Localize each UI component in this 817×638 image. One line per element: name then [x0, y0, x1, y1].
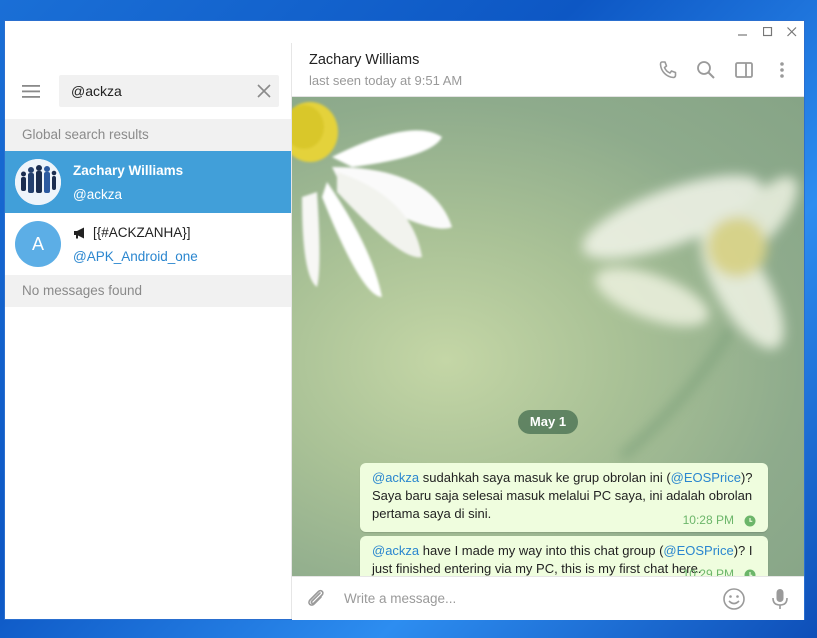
result-name-row: [{#ACKZANHA}] — [73, 225, 191, 240]
result-username: @APK_Android_one — [73, 249, 198, 264]
info-panel-button[interactable] — [734, 60, 754, 80]
maximize-button[interactable] — [755, 21, 781, 43]
attach-button[interactable] — [304, 587, 328, 611]
message-text-part: sudahkah saya masuk ke grup obrolan ini … — [419, 470, 671, 485]
search-result-ackzanha[interactable]: A [{#ACKZANHA}] @APK_Android_one — [5, 213, 291, 275]
search-box — [59, 75, 279, 107]
chat-panel: Zachary Williams last seen today at 9:51… — [292, 43, 804, 620]
date-separator: May 1 — [518, 410, 578, 434]
maximize-icon — [763, 27, 773, 37]
global-search-header: Global search results — [5, 119, 291, 151]
avatar — [15, 159, 61, 205]
clock-icon — [744, 515, 756, 527]
left-panel: Global search results Zachary — [5, 43, 292, 619]
avatar-letter: A — [31, 233, 44, 254]
close-icon — [787, 27, 797, 37]
more-vertical-icon — [780, 62, 784, 78]
sidebar-toggle-icon — [735, 62, 753, 78]
voice-record-button[interactable] — [768, 587, 792, 611]
result-username: @ackza — [73, 187, 122, 202]
message-input[interactable] — [344, 587, 704, 609]
result-name: Zachary Williams — [73, 163, 184, 178]
microphone-icon — [772, 589, 788, 609]
search-icon — [697, 61, 715, 79]
search-input[interactable] — [71, 75, 241, 107]
paperclip-icon — [308, 589, 324, 606]
mention-link[interactable]: @EOSPrice — [671, 470, 741, 485]
clock-icon — [744, 569, 756, 576]
title-bar — [5, 21, 804, 43]
letter-avatar: A — [15, 221, 61, 267]
clear-search-button[interactable] — [257, 84, 271, 98]
message-bubble[interactable]: @ackza have I made my way into this chat… — [360, 536, 768, 576]
mention-link[interactable]: @EOSPrice — [663, 543, 733, 558]
megaphone-icon — [74, 227, 84, 238]
minimize-button[interactable] — [730, 21, 756, 43]
chat-wallpaper: May 1 @ackza sudahkah saya masuk ke grup… — [292, 97, 804, 576]
peer-name: Zachary Williams — [309, 52, 420, 68]
phone-icon — [659, 61, 677, 79]
peer-status: last seen today at 9:51 AM — [309, 73, 463, 88]
message-time: 10:28 PM — [682, 513, 734, 527]
more-options-button[interactable] — [772, 60, 792, 80]
message-time: 10:29 PM — [682, 567, 734, 576]
no-messages-label: No messages found — [22, 283, 143, 298]
people-silhouettes-icon — [15, 159, 61, 205]
clear-icon — [257, 84, 271, 98]
emoji-button[interactable] — [722, 587, 746, 611]
message-composer — [292, 576, 804, 620]
message-bubble[interactable]: @ackza sudahkah saya masuk ke grup obrol… — [360, 463, 768, 532]
main-menu-button[interactable] — [21, 83, 41, 99]
hamburger-icon — [22, 85, 40, 98]
global-search-label: Global search results — [22, 127, 149, 142]
messages-search-header: No messages found — [5, 275, 291, 307]
search-result-zachary[interactable]: Zachary Williams @ackza — [5, 151, 291, 213]
close-window-button[interactable] — [779, 21, 805, 43]
mention-link[interactable]: @ackza — [372, 470, 419, 485]
chat-header[interactable]: Zachary Williams last seen today at 9:51… — [292, 43, 804, 97]
message-text-part: have I made my way into this chat group … — [419, 543, 664, 558]
minimize-icon — [738, 34, 747, 36]
telegram-window: Global search results Zachary — [5, 21, 804, 620]
result-name: [{#ACKZANHA}] — [93, 225, 191, 240]
mention-link[interactable]: @ackza — [372, 543, 419, 558]
call-button[interactable] — [658, 60, 678, 80]
search-chat-button[interactable] — [696, 60, 716, 80]
smiley-icon — [723, 588, 745, 610]
